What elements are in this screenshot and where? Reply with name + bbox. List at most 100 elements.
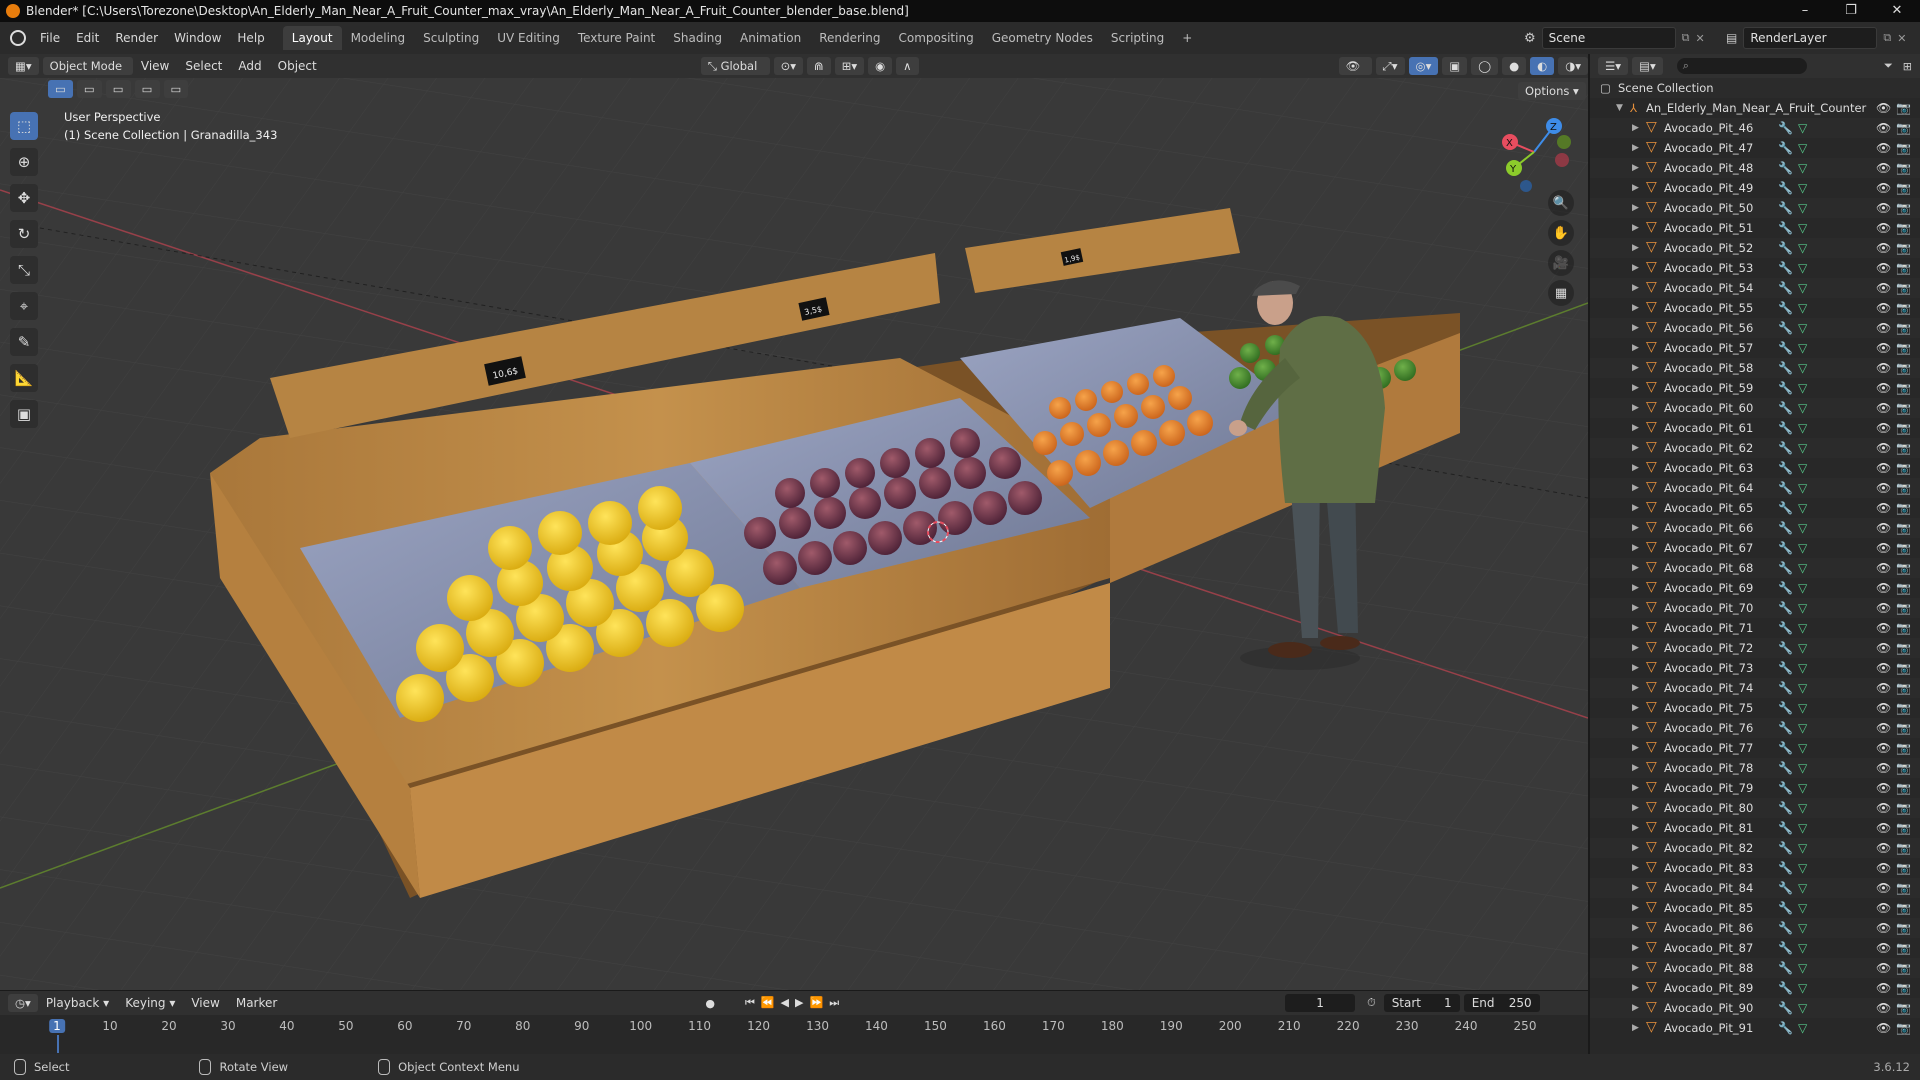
mesh-data-icon[interactable]: ▽ xyxy=(1798,278,1807,298)
mesh-data-icon[interactable]: ▽ xyxy=(1798,198,1807,218)
modifier-wrench-icon[interactable]: 🔧 xyxy=(1778,218,1793,238)
visibility-eye-icon[interactable]: 👁 xyxy=(1876,698,1891,718)
modifier-wrench-icon[interactable]: 🔧 xyxy=(1778,678,1793,698)
visibility-eye-icon[interactable]: 👁 xyxy=(1876,518,1891,538)
playhead[interactable] xyxy=(57,1035,59,1053)
visibility-eye-icon[interactable]: 👁 xyxy=(1876,978,1891,998)
visibility-eye-icon[interactable]: 👁 xyxy=(1876,118,1891,138)
modifier-wrench-icon[interactable]: 🔧 xyxy=(1778,538,1793,558)
tab-shading[interactable]: Shading xyxy=(664,26,731,50)
render-camera-icon[interactable]: 📷 xyxy=(1896,798,1911,818)
mesh-data-icon[interactable]: ▽ xyxy=(1798,478,1807,498)
play-icon[interactable]: ▶ xyxy=(795,996,809,1009)
minimize-button[interactable]: – xyxy=(1782,0,1828,22)
visibility-eye-icon[interactable]: 👁 xyxy=(1876,918,1891,938)
menu-marker[interactable]: Marker xyxy=(228,996,285,1010)
material-shading-icon[interactable]: ◐ xyxy=(1530,57,1555,75)
outliner-object-row[interactable]: ▶ ▽ Avocado_Pit_67 🔧 ▽ 👁 📷 xyxy=(1590,538,1920,558)
render-camera-icon[interactable]: 📷 xyxy=(1896,618,1911,638)
mesh-data-icon[interactable]: ▽ xyxy=(1798,218,1807,238)
scene-field[interactable]: Scene xyxy=(1541,27,1676,49)
outliner-object-row[interactable]: ▶ ▽ Avocado_Pit_78 🔧 ▽ 👁 📷 xyxy=(1590,758,1920,778)
render-camera-icon[interactable]: 📷 xyxy=(1896,878,1911,898)
outliner-object-row[interactable]: ▶ ▽ Avocado_Pit_84 🔧 ▽ 👁 📷 xyxy=(1590,878,1920,898)
mesh-data-icon[interactable]: ▽ xyxy=(1798,258,1807,278)
outliner-object-row[interactable]: ▶ ▽ Avocado_Pit_69 🔧 ▽ 👁 📷 xyxy=(1590,578,1920,598)
visibility-eye-icon[interactable]: 👁 xyxy=(1876,458,1891,478)
overlay-icon[interactable]: ◎▾ xyxy=(1408,57,1439,75)
render-camera-icon[interactable]: 📷 xyxy=(1896,138,1911,158)
outliner-object-row[interactable]: ▶ ▽ Avocado_Pit_46 🔧 ▽ 👁 📷 xyxy=(1590,118,1920,138)
visibility-eye-icon[interactable]: 👁 xyxy=(1876,178,1891,198)
render-camera-icon[interactable]: 📷 xyxy=(1896,198,1911,218)
expand-arrow-icon[interactable]: ▶ xyxy=(1632,778,1639,798)
outliner-search-input[interactable]: ⌕ xyxy=(1676,58,1807,74)
mesh-data-icon[interactable]: ▽ xyxy=(1798,678,1807,698)
ortho-grid-icon[interactable]: ▦ xyxy=(1548,280,1574,306)
outliner-object-row[interactable]: ▶ ▽ Avocado_Pit_51 🔧 ▽ 👁 📷 xyxy=(1590,218,1920,238)
view-layer-field[interactable]: RenderLayer xyxy=(1743,27,1878,49)
prev-keyframe-icon[interactable]: ⏪ xyxy=(761,996,781,1009)
render-camera-icon[interactable]: 📷 xyxy=(1896,98,1911,118)
expand-arrow-icon[interactable]: ▶ xyxy=(1632,958,1639,978)
render-camera-icon[interactable]: 📷 xyxy=(1896,498,1911,518)
mesh-data-icon[interactable]: ▽ xyxy=(1798,798,1807,818)
record-icon[interactable]: ● xyxy=(705,997,715,1010)
rendered-shading-icon[interactable]: ◑▾ xyxy=(1558,57,1588,75)
mesh-data-icon[interactable]: ▽ xyxy=(1798,158,1807,178)
rotate-tool[interactable]: ↻ xyxy=(10,220,38,248)
outliner-object-row[interactable]: ▶ ▽ Avocado_Pit_89 🔧 ▽ 👁 📷 xyxy=(1590,978,1920,998)
outliner-object-row[interactable]: ▶ ▽ Avocado_Pit_75 🔧 ▽ 👁 📷 xyxy=(1590,698,1920,718)
render-camera-icon[interactable]: 📷 xyxy=(1896,898,1911,918)
modifier-wrench-icon[interactable]: 🔧 xyxy=(1778,978,1793,998)
outliner-object-row[interactable]: ▶ ▽ Avocado_Pit_61 🔧 ▽ 👁 📷 xyxy=(1590,418,1920,438)
menu-timeline-view[interactable]: View xyxy=(183,996,227,1010)
expand-chevron-icon[interactable]: ▼ xyxy=(1616,98,1623,118)
expand-arrow-icon[interactable]: ▶ xyxy=(1632,398,1639,418)
visibility-eye-icon[interactable]: 👁 xyxy=(1876,138,1891,158)
visibility-eye-icon[interactable]: 👁 xyxy=(1876,878,1891,898)
render-camera-icon[interactable]: 📷 xyxy=(1896,998,1911,1018)
expand-arrow-icon[interactable]: ▶ xyxy=(1632,718,1639,738)
outliner-editor-type-icon[interactable]: ☰▾ xyxy=(1598,57,1629,75)
orientation-dropdown[interactable]: ⤡ Global ▾ xyxy=(700,57,770,91)
modifier-wrench-icon[interactable]: 🔧 xyxy=(1778,278,1793,298)
modifier-wrench-icon[interactable]: 🔧 xyxy=(1778,798,1793,818)
mesh-data-icon[interactable]: ▽ xyxy=(1798,978,1807,998)
transform-tool[interactable]: ⌖ xyxy=(10,292,38,320)
modifier-wrench-icon[interactable]: 🔧 xyxy=(1778,138,1793,158)
mesh-data-icon[interactable]: ▽ xyxy=(1798,518,1807,538)
visibility-eye-icon[interactable]: 👁 xyxy=(1876,498,1891,518)
stopwatch-icon[interactable]: ⏱ xyxy=(1367,996,1376,1010)
modifier-wrench-icon[interactable]: 🔧 xyxy=(1778,318,1793,338)
render-camera-icon[interactable]: 📷 xyxy=(1896,418,1911,438)
expand-arrow-icon[interactable]: ▶ xyxy=(1632,178,1639,198)
tab-texture-paint[interactable]: Texture Paint xyxy=(569,26,664,50)
render-camera-icon[interactable]: 📷 xyxy=(1896,558,1911,578)
visibility-icon[interactable]: 👁▾ xyxy=(1338,57,1372,91)
tab-animation[interactable]: Animation xyxy=(731,26,810,50)
modifier-wrench-icon[interactable]: 🔧 xyxy=(1778,878,1793,898)
visibility-eye-icon[interactable]: 👁 xyxy=(1876,238,1891,258)
modifier-wrench-icon[interactable]: 🔧 xyxy=(1778,938,1793,958)
expand-arrow-icon[interactable]: ▶ xyxy=(1632,338,1639,358)
modifier-wrench-icon[interactable]: 🔧 xyxy=(1778,558,1793,578)
expand-arrow-icon[interactable]: ▶ xyxy=(1632,158,1639,178)
navigation-gizmo[interactable]: Z X Y xyxy=(1494,112,1574,192)
expand-arrow-icon[interactable]: ▶ xyxy=(1632,358,1639,378)
expand-arrow-icon[interactable]: ▶ xyxy=(1632,218,1639,238)
tab-layout[interactable]: Layout xyxy=(282,26,342,50)
visibility-eye-icon[interactable]: 👁 xyxy=(1876,798,1891,818)
visibility-eye-icon[interactable]: 👁 xyxy=(1876,98,1891,118)
play-reverse-icon[interactable]: ◀ xyxy=(781,996,795,1009)
expand-arrow-icon[interactable]: ▶ xyxy=(1632,498,1639,518)
modifier-wrench-icon[interactable]: 🔧 xyxy=(1778,918,1793,938)
expand-arrow-icon[interactable]: ▶ xyxy=(1632,238,1639,258)
mesh-data-icon[interactable]: ▽ xyxy=(1798,778,1807,798)
menu-view[interactable]: View xyxy=(133,59,177,73)
expand-arrow-icon[interactable]: ▶ xyxy=(1632,378,1639,398)
menu-object[interactable]: Object xyxy=(270,59,325,73)
timeline-editor-type-icon[interactable]: ◷▾ xyxy=(8,994,38,1012)
render-camera-icon[interactable]: 📷 xyxy=(1896,298,1911,318)
proportional-edit-icon[interactable]: ◉ xyxy=(868,57,893,75)
